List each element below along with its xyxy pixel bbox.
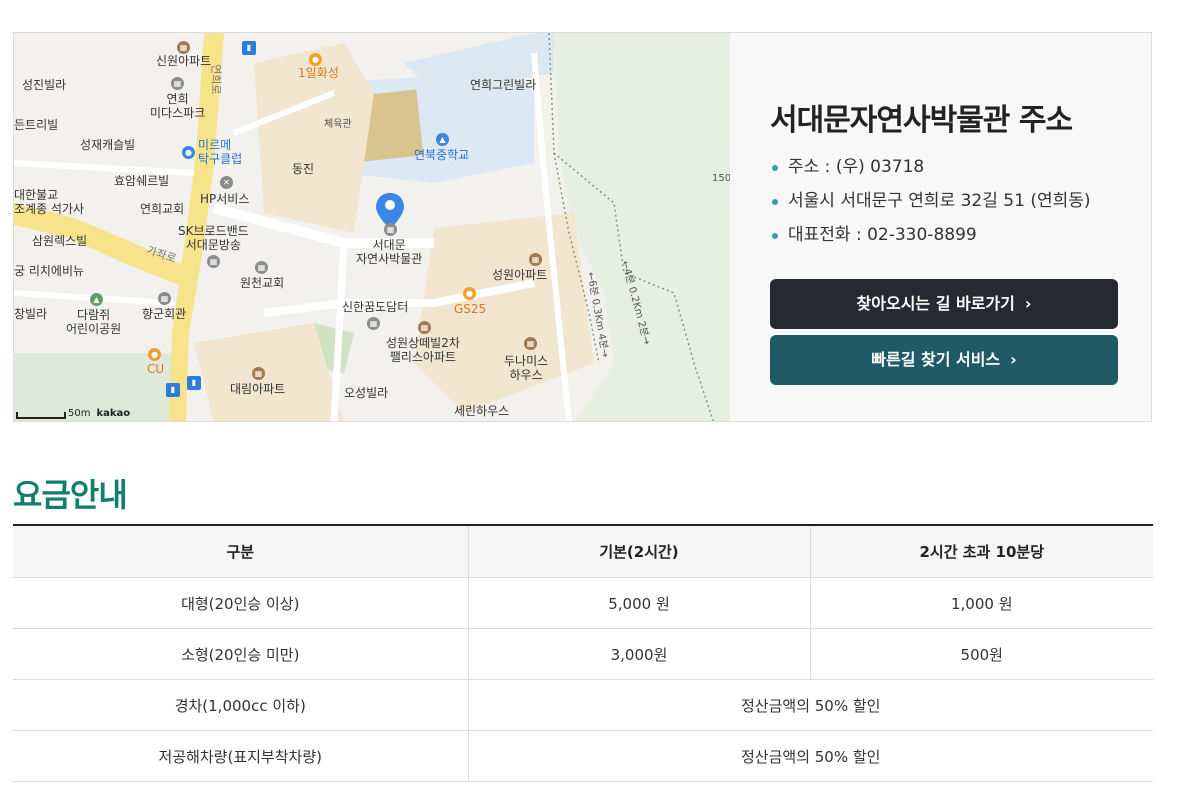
table-row: 대형(20인승 이상) 5,000 원 1,000 원 (13, 577, 1153, 629)
park-icon: ▲ (90, 293, 103, 306)
map-label: 향군회관 (142, 307, 187, 321)
building-icon: ▦ (158, 292, 171, 305)
map-label: CU (147, 362, 165, 376)
address-list: 주소 : (우) 03718 서울시 서대문구 연희로 32길 51 (연희동)… (770, 155, 1091, 257)
column-header: 구분 (13, 525, 468, 578)
apartment-icon: ▦ (418, 321, 431, 334)
directions-button[interactable]: 찾아오시는 길 바로가기 › (770, 279, 1118, 329)
church-icon: ▦ (255, 261, 268, 274)
directions-button-label: 찾아오시는 길 바로가기 (856, 294, 1015, 313)
bus-stop-icon[interactable]: ▮ (242, 41, 256, 55)
address-title: 서대문자연사박물관 주소 (770, 103, 1073, 138)
map-brand: kakao (96, 408, 131, 419)
vehicle-type-cell: 소형(20인승 미만) (13, 628, 468, 680)
school-icon: ▲ (436, 133, 449, 146)
map-label: 신한꿈도담터 (342, 300, 409, 314)
chevron-right-icon: › (1024, 294, 1032, 313)
vehicle-type-cell: 저공해차량(표지부착차량) (13, 730, 468, 782)
map-label: 미르메 탁구클럽 (198, 138, 243, 166)
sports-icon: ● (182, 146, 195, 159)
map-label: SK브로드밴드 서대문방송 (178, 224, 249, 252)
table-row: 저공해차량(표지부착차량) 정산금액의 50% 할인 (13, 730, 1153, 782)
map-label: 두나미스 하우스 (504, 354, 549, 382)
store-icon: ● (463, 287, 476, 300)
fee-section-title: 요금안내 (13, 476, 128, 514)
map-canvas (14, 33, 730, 421)
fast-route-button[interactable]: 빠른길 찾기 서비스 › (770, 335, 1118, 385)
column-header: 2시간 초과 10분당 (809, 525, 1153, 578)
base-fee-cell: 3,000원 (467, 628, 810, 680)
discount-cell: 정산금액의 50% 할인 (467, 679, 1153, 731)
map-label: HP서비스 (200, 192, 250, 206)
map-label: 다람쥐 어린이공원 (66, 308, 122, 336)
elevation-label: 150m (712, 173, 730, 184)
extra-fee-cell: 1,000 원 (809, 577, 1153, 629)
map-label: 연북중학교 (414, 148, 470, 162)
bus-stop-icon[interactable]: ▮ (187, 376, 201, 390)
scale-text: 50m (68, 408, 91, 419)
base-fee-cell: 5,000 원 (467, 577, 810, 629)
map-label: 성원아파트 (492, 268, 548, 282)
map-label: 대한불교 조계종 석가사 (14, 188, 85, 216)
map-label: 1일화성 (298, 66, 339, 80)
apartment-icon: ▦ (529, 253, 542, 266)
address-phone: 대표전화 : 02-330-8899 (770, 223, 1091, 257)
map-label: 동진 (292, 162, 315, 176)
map-label: 효암쉐르빌 (114, 174, 170, 188)
apartment-icon: ▦ (177, 41, 190, 54)
store-icon: ● (148, 348, 161, 361)
address-street: 서울시 서대문구 연희로 32길 51 (연희동) (770, 189, 1091, 223)
map-label: 연희교회 (140, 202, 185, 216)
vehicle-type-cell: 대형(20인승 이상) (13, 577, 468, 629)
map-label: 삼원렉스빌 (32, 234, 88, 248)
building-icon: ▦ (171, 77, 184, 90)
address-postal: 주소 : (우) 03718 (770, 155, 1091, 189)
broadcast-icon: ▦ (207, 255, 220, 268)
map-label: 세린하우스 (454, 404, 510, 418)
map-label: 연희그린빌라 (470, 78, 537, 92)
museum-label: 서대문 자연사박물관 (356, 238, 423, 266)
fee-table: 구분 기본(2시간) 2시간 초과 10분당 대형(20인승 이상) 5,000… (13, 524, 1153, 782)
location-section: 성진빌라 신원아파트 연희 미다스파크 든트리빌 성재캐슬빌 미르메 탁구클럽 … (13, 32, 1152, 422)
map-view[interactable]: 성진빌라 신원아파트 연희 미다스파크 든트리빌 성재캐슬빌 미르메 탁구클럽 … (14, 33, 730, 421)
chevron-right-icon: › (1010, 350, 1017, 369)
apartment-icon: ▦ (524, 337, 537, 350)
table-header-row: 구분 기본(2시간) 2시간 초과 10분당 (13, 525, 1153, 578)
map-label: 체육관 (324, 119, 352, 130)
table-row: 경차(1,000cc 이하) 정산금액의 50% 할인 (13, 679, 1153, 731)
map-label: 연희 미다스파크 (150, 92, 206, 120)
address-panel: 서대문자연사박물관 주소 주소 : (우) 03718 서울시 서대문구 연희로… (730, 33, 1151, 421)
apartment-icon: ▦ (252, 367, 265, 380)
map-scale: 50m kakao (16, 408, 130, 419)
map-label: 성원상떼빌2차 팰리스아파트 (386, 336, 460, 364)
road-label: 연희로 (209, 64, 223, 95)
vehicle-type-cell: 경차(1,000cc 이하) (13, 679, 468, 731)
building-icon: ▦ (367, 317, 380, 330)
map-label: 오성빌라 (344, 386, 389, 400)
map-label: 대림아파트 (230, 382, 286, 396)
map-label: 원천교회 (240, 276, 285, 290)
service-icon: ✕ (220, 176, 233, 189)
map-label: 성재캐슬빌 (80, 138, 136, 152)
column-header: 기본(2시간) (467, 525, 810, 578)
discount-cell: 정산금액의 50% 할인 (467, 730, 1153, 782)
fast-route-button-label: 빠른길 찾기 서비스 (871, 350, 1001, 369)
map-label: GS25 (454, 302, 487, 316)
scale-bar (16, 412, 66, 419)
map-label: 성진빌라 (22, 78, 67, 92)
table-row: 소형(20인승 미만) 3,000원 500원 (13, 628, 1153, 680)
map-label: 창빌라 (14, 307, 48, 321)
map-label: 든트리빌 (14, 118, 59, 132)
museum-icon: ▦ (384, 223, 397, 236)
restaurant-icon: ● (309, 53, 322, 66)
map-label: 궁 리치에비뉴 (14, 264, 85, 278)
extra-fee-cell: 500원 (809, 628, 1153, 680)
map-label: 신원아파트 (156, 54, 212, 68)
bus-stop-icon[interactable]: ▮ (166, 383, 180, 397)
